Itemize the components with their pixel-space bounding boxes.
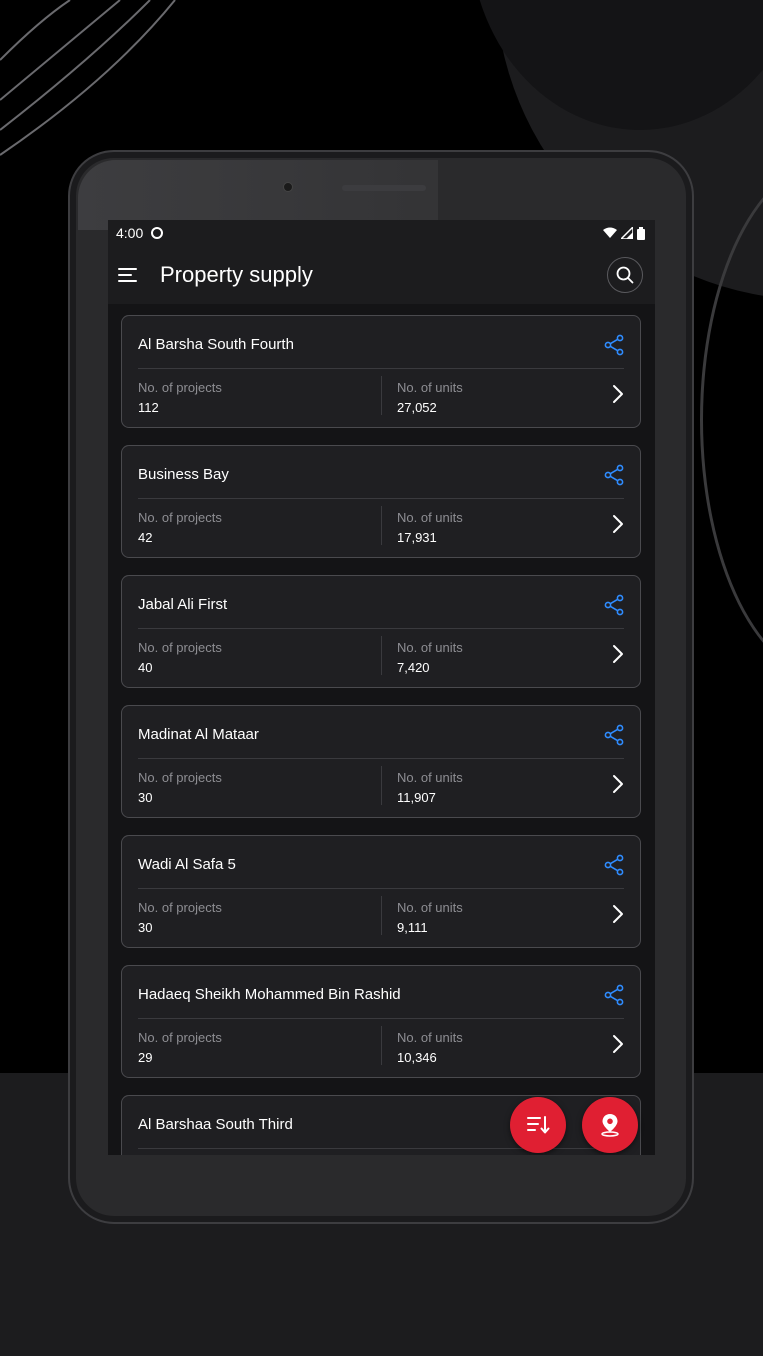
card-divider [138, 498, 624, 499]
projects-value: 30 [138, 920, 153, 935]
units-label: No. of units [397, 510, 463, 525]
search-button[interactable] [607, 257, 643, 293]
area-name: Hadaeq Sheikh Mohammed Bin Rashid [138, 986, 401, 1003]
page-title: Property supply [160, 262, 313, 287]
projects-stat: No. of projects 40 [138, 640, 222, 675]
units-stat: No. of units 11,907 [397, 770, 463, 805]
units-value: 7,420 [397, 660, 430, 675]
projects-value: 42 [138, 530, 153, 545]
area-card[interactable]: Wadi Al Safa 5 No. of projects 30 No. of… [121, 835, 641, 948]
area-name: Jabal Ali First [138, 596, 228, 613]
sort-button[interactable] [510, 1097, 566, 1153]
area-card[interactable]: Jabal Ali First No. of projects 40 No. o… [121, 575, 641, 688]
units-label: No. of units [397, 770, 463, 785]
projects-stat: No. of projects 30 [138, 900, 222, 935]
card-divider [138, 888, 624, 889]
speaker-grille [342, 185, 426, 191]
chevron-right-icon[interactable] [610, 903, 626, 925]
area-card[interactable]: Madinat Al Mataar No. of projects 30 No.… [121, 705, 641, 818]
map-button[interactable] [582, 1097, 638, 1153]
app-screen: 4:00 Property supply Al Barsha South Fou… [108, 220, 655, 1155]
projects-value: 112 [138, 400, 159, 415]
share-icon[interactable] [604, 334, 624, 356]
menu-icon[interactable] [118, 264, 140, 286]
area-name: Al Barshaa South Third [138, 1116, 293, 1133]
stat-separator [381, 896, 382, 935]
units-value: 27,052 [397, 400, 437, 415]
area-name: Wadi Al Safa 5 [138, 856, 236, 873]
chevron-right-icon[interactable] [610, 773, 626, 795]
units-value: 9,111 [397, 920, 428, 935]
units-value: 11,907 [397, 790, 436, 805]
stat-separator [381, 506, 382, 545]
units-stat: No. of units 7,420 [397, 640, 463, 675]
status-icons [603, 226, 645, 240]
units-stat: No. of units 9,111 [397, 900, 463, 935]
card-divider [138, 1018, 624, 1019]
stat-separator [381, 766, 382, 805]
search-icon [616, 266, 634, 284]
stat-separator [381, 636, 382, 675]
projects-stat: No. of projects 30 [138, 770, 222, 805]
share-icon[interactable] [604, 984, 624, 1006]
projects-stat: No. of projects 29 [138, 1030, 222, 1065]
projects-value: 29 [138, 1050, 153, 1065]
battery-icon [637, 226, 645, 240]
units-stat: No. of units 27,052 [397, 380, 463, 415]
units-value: 17,931 [397, 530, 437, 545]
chevron-right-icon[interactable] [610, 513, 626, 535]
share-icon[interactable] [604, 464, 624, 486]
card-divider [138, 758, 624, 759]
card-divider [138, 628, 624, 629]
units-value: 10,346 [397, 1050, 437, 1065]
area-name: Madinat Al Mataar [138, 726, 259, 743]
projects-stat: No. of projects 112 [138, 380, 222, 415]
sort-icon [527, 1116, 550, 1134]
stat-separator [381, 1026, 382, 1065]
share-icon[interactable] [604, 594, 624, 616]
area-card[interactable]: Hadaeq Sheikh Mohammed Bin Rashid No. of… [121, 965, 641, 1078]
notification-app-icon [151, 227, 164, 239]
area-list: Al Barsha South Fourth No. of projects 1… [108, 304, 655, 1155]
projects-label: No. of projects [138, 900, 222, 915]
projects-label: No. of projects [138, 1030, 222, 1045]
projects-value: 40 [138, 660, 153, 675]
units-label: No. of units [397, 1030, 463, 1045]
stat-separator [381, 376, 382, 415]
app-bar: Property supply [108, 246, 655, 304]
status-bar: 4:00 [108, 220, 655, 246]
status-time: 4:00 [116, 225, 144, 241]
projects-label: No. of projects [138, 770, 222, 785]
signal-icon [621, 227, 633, 239]
share-icon[interactable] [604, 854, 624, 876]
projects-label: No. of projects [138, 380, 222, 395]
projects-stat: No. of projects 42 [138, 510, 222, 545]
units-label: No. of units [397, 900, 463, 915]
chevron-right-icon[interactable] [610, 1033, 626, 1055]
area-card[interactable]: Business Bay No. of projects 42 No. of u… [121, 445, 641, 558]
camera-icon [283, 182, 293, 192]
units-stat: No. of units 10,346 [397, 1030, 463, 1065]
units-label: No. of units [397, 640, 463, 655]
chevron-right-icon[interactable] [610, 643, 626, 665]
area-card[interactable]: Al Barsha South Fourth No. of projects 1… [121, 315, 641, 428]
projects-label: No. of projects [138, 510, 222, 525]
wifi-icon [603, 227, 617, 238]
projects-value: 30 [138, 790, 153, 805]
projects-label: No. of projects [138, 640, 222, 655]
units-stat: No. of units 17,931 [397, 510, 463, 545]
chevron-right-icon[interactable] [610, 383, 626, 405]
area-name: Business Bay [138, 466, 229, 483]
area-name: Al Barsha South Fourth [138, 336, 294, 353]
card-divider [138, 368, 624, 369]
units-label: No. of units [397, 380, 463, 395]
share-icon[interactable] [604, 724, 624, 746]
map-pin-icon [601, 1114, 619, 1137]
